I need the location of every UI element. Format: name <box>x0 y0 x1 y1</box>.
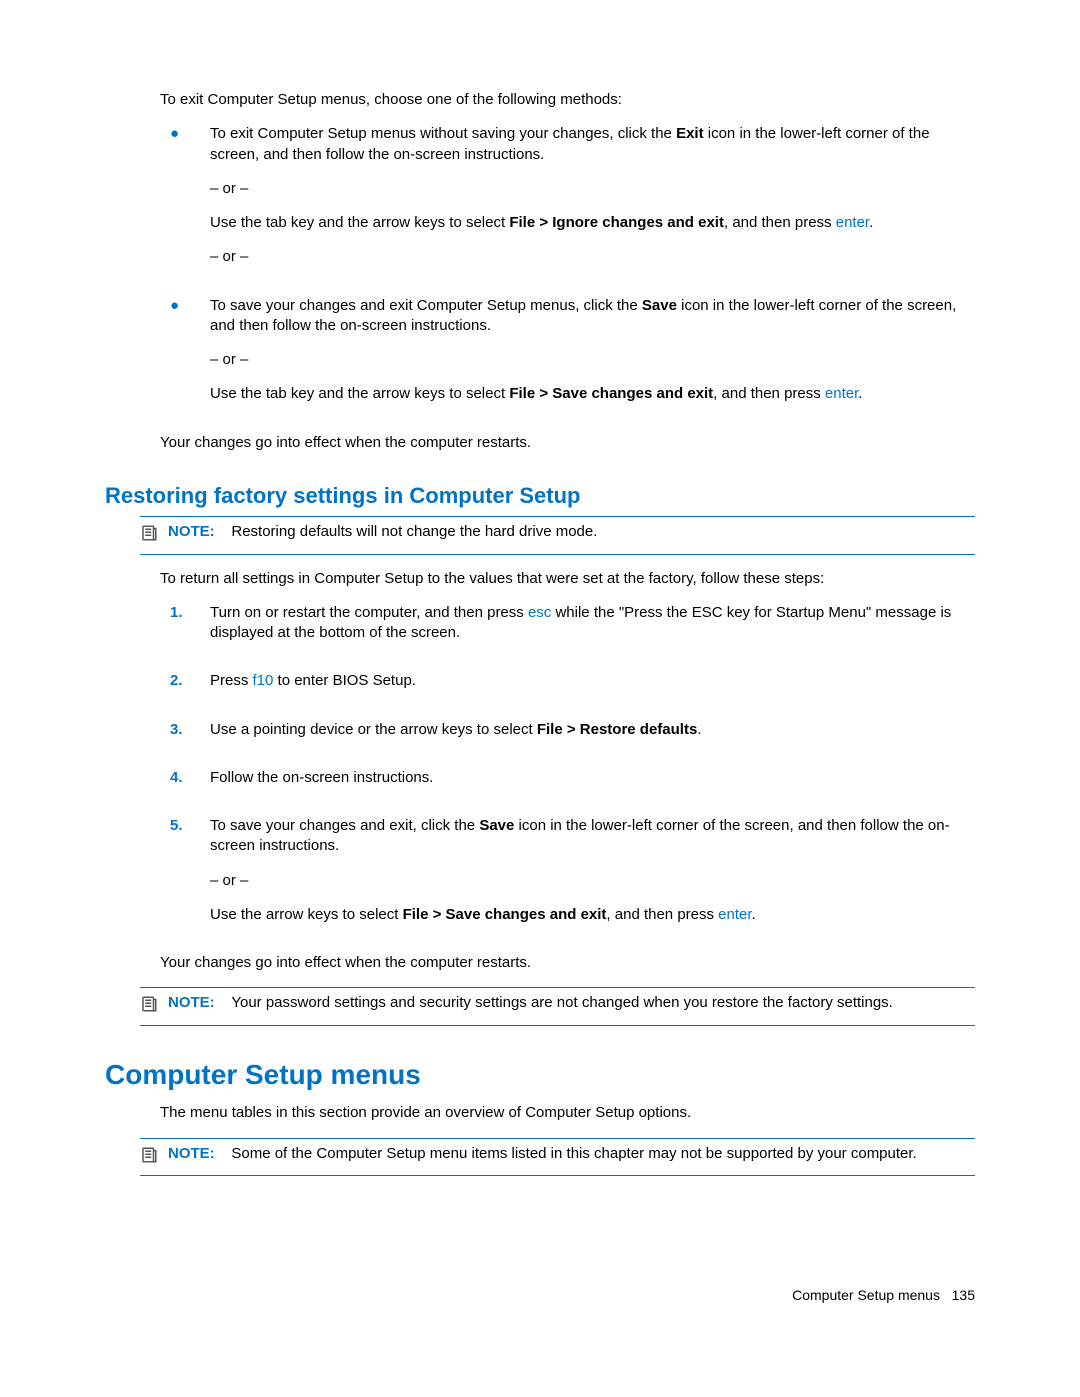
or-separator: – or – <box>210 871 975 891</box>
note-body <box>219 1145 232 1162</box>
note-content: Restoring defaults will not change the h… <box>231 523 597 540</box>
note-body <box>219 523 232 540</box>
text-run: , and then press <box>724 214 836 231</box>
note-block-1: NOTE: Restoring defaults will not change… <box>140 516 975 554</box>
note-body <box>219 994 232 1011</box>
key-name: enter <box>836 214 869 231</box>
or-separator: – or – <box>210 350 975 370</box>
text-run: Turn on or restart the computer, and the… <box>210 604 528 621</box>
menus-intro: The menu tables in this section provide … <box>160 1103 975 1123</box>
after-steps-text: Your changes go into effect when the com… <box>160 953 975 973</box>
note-text-3: NOTE: Some of the Computer Setup menu it… <box>168 1144 975 1170</box>
bullet-item: ●To exit Computer Setup menus without sa… <box>160 124 975 281</box>
step-text: Use the arrow keys to select File > Save… <box>210 905 975 925</box>
text-run: to enter BIOS Setup. <box>273 672 416 689</box>
bullet-list: ●To exit Computer Setup menus without sa… <box>160 124 975 418</box>
step-body: Follow the on-screen instructions. <box>210 768 975 802</box>
text-run: . <box>752 906 756 923</box>
step-text: Follow the on-screen instructions. <box>210 768 975 788</box>
step-body: Turn on or restart the computer, and the… <box>210 603 975 658</box>
bullet-text: To exit Computer Setup menus without sav… <box>210 124 975 165</box>
note-block-3: NOTE: Some of the Computer Setup menu it… <box>140 1138 975 1176</box>
step-item: 5.To save your changes and exit, click t… <box>160 816 975 939</box>
heading-restoring: Restoring factory settings in Computer S… <box>105 481 975 511</box>
text-run: Press <box>210 672 253 689</box>
key-name: enter <box>718 906 751 923</box>
text-run: , and then press <box>713 385 825 402</box>
key-name: esc <box>528 604 551 621</box>
text-run: To save your changes and exit Computer S… <box>210 297 642 314</box>
note-icon <box>140 993 168 1019</box>
bullet-marker: ● <box>160 124 210 281</box>
note-label: NOTE: <box>168 994 215 1011</box>
after-bullets-text: Your changes go into effect when the com… <box>160 433 975 453</box>
step-text: Turn on or restart the computer, and the… <box>210 603 975 644</box>
note-icon <box>140 1144 168 1170</box>
footer-page-number: 135 <box>952 1287 975 1303</box>
note-label: NOTE: <box>168 1145 215 1162</box>
bold-text: File > Save changes and exit <box>403 906 607 923</box>
bullet-marker: ● <box>160 296 210 419</box>
note-icon <box>140 522 168 548</box>
note-block-2: NOTE: Your password settings and securit… <box>140 987 975 1025</box>
step-body: Press f10 to enter BIOS Setup. <box>210 671 975 705</box>
step-number: 3. <box>160 720 210 754</box>
steps-list: 1.Turn on or restart the computer, and t… <box>160 603 975 939</box>
step-body: To save your changes and exit, click the… <box>210 816 975 939</box>
text-run: Use the arrow keys to select <box>210 906 403 923</box>
page-footer: Computer Setup menus 135 <box>105 1286 975 1305</box>
text-run: Use a pointing device or the arrow keys … <box>210 721 537 738</box>
bullet-text: To save your changes and exit Computer S… <box>210 296 975 337</box>
restore-intro: To return all settings in Computer Setup… <box>160 569 975 589</box>
bold-text: Save <box>479 817 514 834</box>
bullet-body: To save your changes and exit Computer S… <box>210 296 975 419</box>
text-run: To save your changes and exit, click the <box>210 817 479 834</box>
heading-menus: Computer Setup menus <box>105 1056 975 1094</box>
key-name: enter <box>825 385 858 402</box>
bold-text: File > Restore defaults <box>537 721 697 738</box>
step-body: Use a pointing device or the arrow keys … <box>210 720 975 754</box>
step-item: 2.Press f10 to enter BIOS Setup. <box>160 671 975 705</box>
bullet-body: To exit Computer Setup menus without sav… <box>210 124 975 281</box>
step-item: 4.Follow the on-screen instructions. <box>160 768 975 802</box>
bold-text: Exit <box>676 125 704 142</box>
text-run: . <box>697 721 701 738</box>
bullet-item: ●To save your changes and exit Computer … <box>160 296 975 419</box>
bold-text: Save <box>642 297 677 314</box>
key-name: f10 <box>253 672 274 689</box>
or-separator: – or – <box>210 179 975 199</box>
or-separator: – or – <box>210 247 975 267</box>
text-run: . <box>858 385 862 402</box>
text-run: Use the tab key and the arrow keys to se… <box>210 214 509 231</box>
text-run: Use the tab key and the arrow keys to se… <box>210 385 509 402</box>
text-run: To exit Computer Setup menus without sav… <box>210 125 676 142</box>
note-text-1: NOTE: Restoring defaults will not change… <box>168 522 975 548</box>
step-item: 3.Use a pointing device or the arrow key… <box>160 720 975 754</box>
step-number: 1. <box>160 603 210 658</box>
footer-title: Computer Setup menus <box>792 1287 940 1303</box>
step-number: 4. <box>160 768 210 802</box>
step-number: 5. <box>160 816 210 939</box>
step-text: To save your changes and exit, click the… <box>210 816 975 857</box>
step-text: Press f10 to enter BIOS Setup. <box>210 671 975 691</box>
bullet-text: Use the tab key and the arrow keys to se… <box>210 213 975 233</box>
text-run: Follow the on-screen instructions. <box>210 769 433 786</box>
bullet-text: Use the tab key and the arrow keys to se… <box>210 384 975 404</box>
text-run: . <box>869 214 873 231</box>
bold-text: File > Ignore changes and exit <box>509 214 724 231</box>
note-text-2: NOTE: Your password settings and securit… <box>168 993 975 1019</box>
note-label: NOTE: <box>168 523 215 540</box>
text-run: , and then press <box>606 906 718 923</box>
bold-text: File > Save changes and exit <box>509 385 713 402</box>
step-item: 1.Turn on or restart the computer, and t… <box>160 603 975 658</box>
note-content: Some of the Computer Setup menu items li… <box>231 1145 916 1162</box>
note-content: Your password settings and security sett… <box>231 994 893 1011</box>
intro-text: To exit Computer Setup menus, choose one… <box>160 90 975 110</box>
step-text: Use a pointing device or the arrow keys … <box>210 720 975 740</box>
step-number: 2. <box>160 671 210 705</box>
